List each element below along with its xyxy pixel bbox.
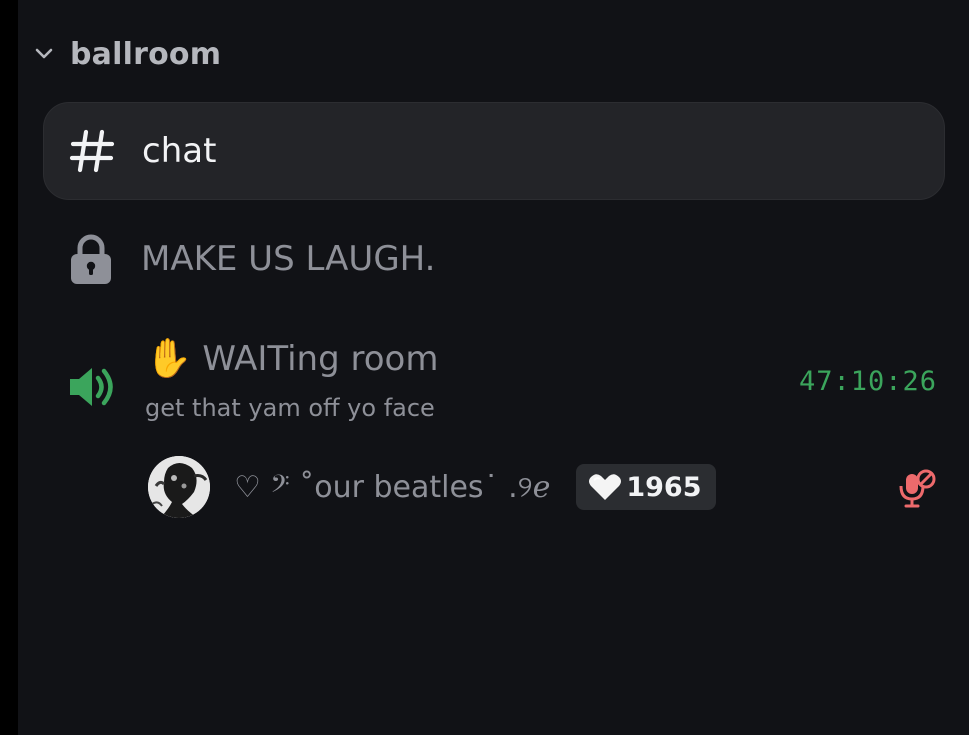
chevron-down-icon (32, 42, 56, 66)
server-rail-edge (0, 0, 18, 735)
channel-voice[interactable]: ✋ WAITing room get that yam off yo face … (43, 330, 945, 440)
voice-member[interactable]: ♡ 𝄢 ˚our beatles˙ .୨ℯ 1965 (148, 455, 936, 519)
voice-timer: 47:10:26 (798, 366, 937, 397)
channel-name: WAITing room (202, 338, 439, 379)
channel-name: MAKE US LAUGH. (141, 239, 436, 279)
hash-icon (62, 129, 122, 173)
raised-hand-emoji: ✋ (145, 336, 193, 380)
voice-channel-title: ✋ WAITing room (145, 336, 438, 381)
badge-value: 1965 (626, 471, 702, 503)
member-name: ♡ 𝄢 ˚our beatles˙ .୨ℯ (234, 469, 551, 505)
lock-icon (61, 233, 121, 285)
category-header[interactable]: ballroom (32, 30, 221, 78)
voice-status: get that yam off yo face (145, 394, 435, 422)
member-badge: 1965 (576, 464, 716, 510)
category-name: ballroom (70, 36, 222, 72)
heart-icon (588, 473, 622, 501)
channel-list: ballroom chat MAKE US LAUGH. ✋ WAITing r… (18, 0, 969, 735)
channel-locked[interactable]: MAKE US LAUGH. (43, 214, 943, 304)
mic-muted-icon[interactable] (896, 469, 936, 509)
channel-chat[interactable]: chat (43, 102, 945, 200)
channel-name: chat (142, 131, 217, 171)
avatar (148, 456, 210, 518)
speaker-icon (67, 364, 117, 410)
